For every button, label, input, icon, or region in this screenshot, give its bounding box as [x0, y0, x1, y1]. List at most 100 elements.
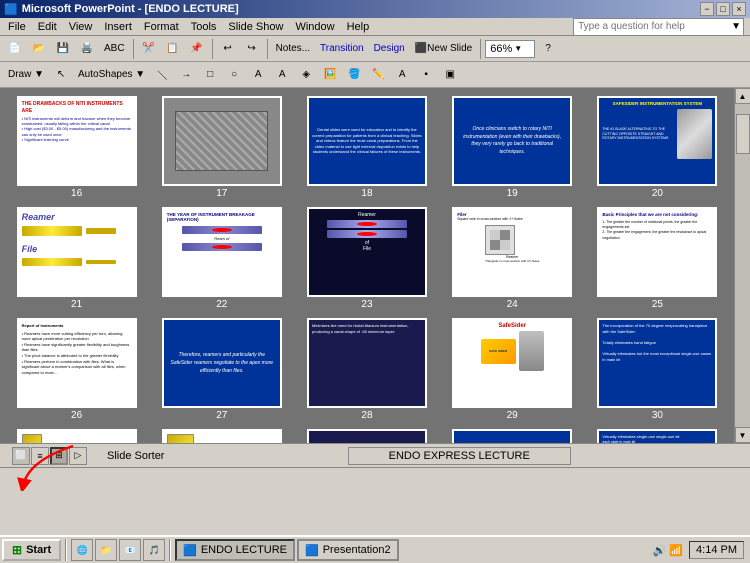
slide-thumb[interactable]: Minimizes the need for nickel-titanium i…: [307, 318, 427, 408]
slide-item[interactable]: Dental slides were used for education an…: [298, 96, 435, 199]
transition-btn[interactable]: Transition: [316, 38, 368, 60]
slide-thumb[interactable]: THE DRAWBACKS OF NITI INSTRUMENTS ARE • …: [17, 96, 137, 186]
new-btn[interactable]: 📄: [4, 38, 26, 60]
zoom-box[interactable]: 66% ▼: [485, 40, 535, 58]
slide-item[interactable]: 17: [153, 96, 290, 199]
open-btn[interactable]: 📂: [28, 38, 50, 60]
ask-input[interactable]: [574, 21, 729, 32]
scroll-track[interactable]: [735, 104, 750, 427]
arrow-btn[interactable]: →: [175, 64, 197, 86]
pointer-btn[interactable]: ↖: [50, 64, 72, 86]
slide-thumb[interactable]: Time for complete canal shaping: Approxi…: [452, 429, 572, 443]
undo-btn[interactable]: ↩: [217, 38, 239, 60]
linecolor-btn[interactable]: ✏️: [367, 64, 389, 86]
quicklaunch-outlook[interactable]: 📧: [119, 539, 141, 561]
slide-thumb[interactable]: Dental slides were used for education an…: [307, 96, 427, 186]
clipart-btn[interactable]: 🖼️: [319, 64, 341, 86]
taskbar-ppt2[interactable]: 🟦 Presentation2: [297, 539, 399, 561]
menu-view[interactable]: View: [63, 20, 99, 34]
close-button[interactable]: ×: [732, 2, 746, 16]
menu-edit[interactable]: Edit: [32, 20, 63, 34]
slide-item[interactable]: Reamer File 21: [8, 207, 145, 310]
autoshapes-btn[interactable]: AutoShapes ▼: [74, 64, 149, 86]
scroll-thumb[interactable]: [736, 114, 750, 154]
normal-view-icon[interactable]: ⬜: [12, 447, 30, 465]
slide-item[interactable]: SafeSider SAFE SIDER 29: [444, 318, 581, 421]
slide-thumb[interactable]: THE YEAR OF INSTRUMENT BREAKAGE (SEPARAT…: [162, 207, 282, 297]
oval-btn[interactable]: ○: [223, 64, 245, 86]
slide-item[interactable]: Time for complete canal shaping: Approxi…: [444, 429, 581, 443]
quicklaunch-explorer[interactable]: 📁: [95, 539, 117, 561]
slide-item[interactable]: Virtually eliminates single-use single-u…: [589, 429, 726, 443]
slide-thumb[interactable]: Slide 31 content The current has been a …: [17, 429, 137, 443]
slide-thumb[interactable]: Virtually eliminates single-use single-u…: [597, 429, 717, 443]
slide-item[interactable]: + 33: [298, 429, 435, 443]
3d-btn[interactable]: ▣: [439, 64, 461, 86]
slide-thumb[interactable]: SAFESIDER INSTRUMENTATION SYSTEM THE #1 …: [597, 96, 717, 186]
draw-btn[interactable]: Draw ▼: [4, 64, 48, 86]
diag-btn[interactable]: ◈: [295, 64, 317, 86]
slide-item[interactable]: Reamer of File 23: [298, 207, 435, 310]
fontcolor-btn[interactable]: A: [391, 64, 413, 86]
scroll-down-btn[interactable]: ▼: [735, 427, 750, 443]
paste-btn[interactable]: 📌: [186, 38, 208, 60]
slide-thumb[interactable]: Once clinicians switch to rotary NITI in…: [452, 96, 572, 186]
slide-thumb[interactable]: The incorporation of the 70 degree recip…: [597, 318, 717, 408]
slide-item[interactable]: Once clinicians switch to rotary NITI in…: [444, 96, 581, 199]
slide-item[interactable]: Filer Square wire in cross-section with …: [444, 207, 581, 310]
zoom-help-btn[interactable]: ?: [537, 38, 559, 60]
slide-thumb[interactable]: [162, 96, 282, 186]
scroll-up-btn[interactable]: ▲: [735, 88, 750, 104]
new-slide-btn[interactable]: ⬛ New Slide: [411, 38, 476, 60]
maximize-button[interactable]: □: [716, 2, 730, 16]
redo-btn[interactable]: ↪: [241, 38, 263, 60]
menu-file[interactable]: File: [2, 20, 32, 34]
slide-item[interactable]: Report of Instruments • Reamers have mor…: [8, 318, 145, 421]
taskbar-ppt[interactable]: 🟦 ENDO LECTURE: [175, 539, 295, 561]
fill-btn[interactable]: 🪣: [343, 64, 365, 86]
slideshow-icon[interactable]: ▷: [69, 447, 87, 465]
slide-thumb[interactable]: SafeSider SAFE SIDER: [452, 318, 572, 408]
design-btn[interactable]: Design: [370, 38, 409, 60]
slide-item[interactable]: Slide 31 content The current has been a …: [8, 429, 145, 443]
slide-thumb[interactable]: Filer Square wire in cross-section with …: [452, 207, 572, 297]
menu-insert[interactable]: Insert: [98, 20, 138, 34]
print-btn[interactable]: 🖨️: [76, 38, 98, 60]
menu-window[interactable]: Window: [289, 20, 340, 34]
slide-item[interactable]: The incorporation of the 70 degree recip…: [589, 318, 726, 421]
slide-item[interactable]: THE YEAR OF INSTRUMENT BREAKAGE (SEPARAT…: [153, 207, 290, 310]
slide-thumb[interactable]: Reamer File: [17, 207, 137, 297]
slide-item[interactable]: Therefore, reamers and particularly the …: [153, 318, 290, 421]
slide-thumb[interactable]: Therefore, reamers and particularly the …: [162, 318, 282, 408]
slide-item[interactable]: Basic Principles that we are not conside…: [589, 207, 726, 310]
menu-help[interactable]: Help: [341, 20, 376, 34]
menu-format[interactable]: Format: [138, 20, 185, 34]
slide-item[interactable]: THE DRAWBACKS OF NITI INSTRUMENTS ARE • …: [8, 96, 145, 199]
start-button[interactable]: ⊞ Start: [2, 539, 61, 561]
slide-thumb[interactable]: Basic Principles that we are not conside…: [597, 207, 717, 297]
slide-thumb[interactable]: Reamer of File: [307, 207, 427, 297]
slide-thumb[interactable]: Slide 32 Field moments show the proper t…: [162, 429, 282, 443]
slide-sorter-icon[interactable]: ⊞: [50, 447, 68, 465]
slide-item[interactable]: Minimizes the need for nickel-titanium i…: [298, 318, 435, 421]
quicklaunch-media[interactable]: 🎵: [143, 539, 165, 561]
copy-btn[interactable]: 📋: [162, 38, 184, 60]
outline-view-icon[interactable]: ≡: [31, 447, 49, 465]
slide-item[interactable]: Slide 32 Field moments show the proper t…: [153, 429, 290, 443]
slide-thumb[interactable]: Report of Instruments • Reamers have mor…: [17, 318, 137, 408]
textbox-btn[interactable]: A: [247, 64, 269, 86]
cut-btn[interactable]: ✂️: [138, 38, 160, 60]
menu-slideshow[interactable]: Slide Show: [222, 20, 289, 34]
notes-btn[interactable]: Notes...: [272, 38, 314, 60]
save-btn[interactable]: 💾: [52, 38, 74, 60]
menu-tools[interactable]: Tools: [185, 20, 223, 34]
slide-item[interactable]: SAFESIDER INSTRUMENTATION SYSTEM THE #1 …: [589, 96, 726, 199]
shadow-btn[interactable]: ▪: [415, 64, 437, 86]
minimize-button[interactable]: −: [700, 2, 714, 16]
quicklaunch-ie[interactable]: 🌐: [71, 539, 93, 561]
line-btn[interactable]: ＼: [151, 64, 173, 86]
rect-btn[interactable]: □: [199, 64, 221, 86]
slide-thumb[interactable]: +: [307, 429, 427, 443]
spell-btn[interactable]: ABC: [100, 38, 129, 60]
wordart-btn[interactable]: A: [271, 64, 293, 86]
